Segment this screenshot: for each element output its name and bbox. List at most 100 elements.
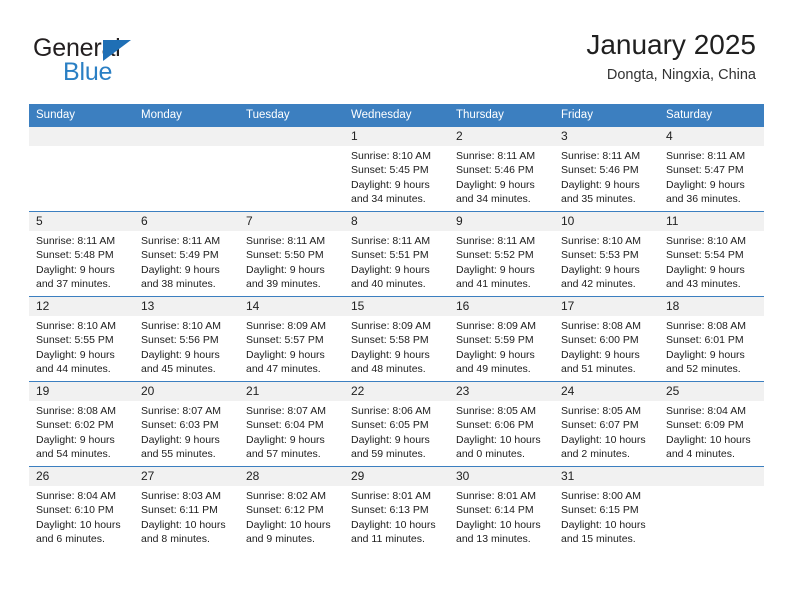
day-number: 25 xyxy=(659,382,764,401)
calendar-day-cell[interactable]: 21 Sunrise: 8:07 AM Sunset: 6:04 PM Dayligh… xyxy=(239,381,344,467)
day-number: 2 xyxy=(449,127,554,146)
day-number: 14 xyxy=(239,297,344,316)
daylight-text-line2: and 8 minutes. xyxy=(141,533,210,546)
day-details: Sunrise: 8:09 AM Sunset: 5:58 PM Daylight:… xyxy=(344,316,449,377)
day-details: Sunrise: 8:05 AM Sunset: 6:06 PM Daylight:… xyxy=(449,401,554,462)
calendar-day-cell[interactable]: 7 Sunrise: 8:11 AM Sunset: 5:50 PM Daylight… xyxy=(239,211,344,297)
calendar-day-cell[interactable]: 31 Sunrise: 8:00 AM Sunset: 6:15 PM Dayligh… xyxy=(554,466,659,551)
calendar-day-cell[interactable]: 16 Sunrise: 8:09 AM Sunset: 5:59 PM Dayligh… xyxy=(449,296,554,382)
daylight-text-line1: Daylight: 9 hours xyxy=(351,263,430,276)
calendar-week-row: 5 Sunrise: 8:11 AM Sunset: 5:48 PM Daylight… xyxy=(29,211,764,297)
day-details: Sunrise: 8:08 AM Sunset: 6:01 PM Daylight:… xyxy=(659,316,764,377)
day-details: Sunrise: 8:10 AM Sunset: 5:54 PM Daylight:… xyxy=(659,231,764,292)
daylight-text-line1: Daylight: 9 hours xyxy=(666,348,745,361)
daylight-text-line1: Daylight: 9 hours xyxy=(246,263,325,276)
calendar-day-cell[interactable]: 5 Sunrise: 8:11 AM Sunset: 5:48 PM Daylight… xyxy=(29,211,134,297)
calendar-day-cell[interactable]: 9 Sunrise: 8:11 AM Sunset: 5:52 PM Daylight… xyxy=(449,211,554,297)
calendar-day-cell[interactable]: 29 Sunrise: 8:01 AM Sunset: 6:13 PM Dayligh… xyxy=(344,466,449,551)
calendar-day-cell[interactable]: 4 Sunrise: 8:11 AM Sunset: 5:47 PM Daylight… xyxy=(659,127,764,212)
calendar-day-cell[interactable]: 13 Sunrise: 8:10 AM Sunset: 5:56 PM Dayligh… xyxy=(134,296,239,382)
daylight-text-line1: Daylight: 10 hours xyxy=(456,518,541,531)
day-number: 5 xyxy=(29,212,134,231)
calendar-day-cell[interactable]: 8 Sunrise: 8:11 AM Sunset: 5:51 PM Daylight… xyxy=(344,211,449,297)
calendar-day-cell[interactable]: 1 Sunrise: 8:10 AM Sunset: 5:45 PM Daylight… xyxy=(344,127,449,212)
sunrise-text: Sunrise: 8:05 AM xyxy=(561,405,641,417)
calendar-day-cell[interactable]: 22 Sunrise: 8:06 AM Sunset: 6:05 PM Dayligh… xyxy=(344,381,449,467)
daylight-text-line1: Daylight: 9 hours xyxy=(456,178,535,191)
calendar-day-cell[interactable]: 25 Sunrise: 8:04 AM Sunset: 6:09 PM Dayligh… xyxy=(659,381,764,467)
calendar-day-cell[interactable]: 2 Sunrise: 8:11 AM Sunset: 5:46 PM Daylight… xyxy=(449,127,554,212)
calendar-day-cell[interactable]: 24 Sunrise: 8:05 AM Sunset: 6:07 PM Dayligh… xyxy=(554,381,659,467)
day-number: 21 xyxy=(239,382,344,401)
day-details: Sunrise: 8:01 AM Sunset: 6:13 PM Daylight:… xyxy=(344,486,449,547)
daylight-text-line2: and 47 minutes. xyxy=(246,363,321,376)
sunrise-text: Sunrise: 8:11 AM xyxy=(351,235,431,247)
calendar-day-cell-empty xyxy=(29,127,134,212)
day-number: 7 xyxy=(239,212,344,231)
sunset-text: Sunset: 6:03 PM xyxy=(141,419,219,432)
calendar-day-cell[interactable]: 18 Sunrise: 8:08 AM Sunset: 6:01 PM Dayligh… xyxy=(659,296,764,382)
sunset-text: Sunset: 5:59 PM xyxy=(456,334,534,347)
daylight-text-line2: and 54 minutes. xyxy=(36,448,111,461)
sunset-text: Sunset: 6:00 PM xyxy=(561,334,639,347)
daylight-text-line2: and 49 minutes. xyxy=(456,363,531,376)
sunset-text: Sunset: 5:58 PM xyxy=(351,334,429,347)
calendar-day-cell[interactable]: 11 Sunrise: 8:10 AM Sunset: 5:54 PM Dayligh… xyxy=(659,211,764,297)
calendar-table: Sunday Monday Tuesday Wednesday Thursday… xyxy=(29,104,764,551)
sunrise-text: Sunrise: 8:04 AM xyxy=(666,405,746,417)
daylight-text-line1: Daylight: 9 hours xyxy=(141,433,220,446)
calendar-day-cell[interactable]: 15 Sunrise: 8:09 AM Sunset: 5:58 PM Dayligh… xyxy=(344,296,449,382)
daylight-text-line1: Daylight: 9 hours xyxy=(351,433,430,446)
calendar-day-cell[interactable]: 30 Sunrise: 8:01 AM Sunset: 6:14 PM Dayligh… xyxy=(449,466,554,551)
daylight-text-line1: Daylight: 9 hours xyxy=(36,433,115,446)
calendar-day-cell[interactable]: 23 Sunrise: 8:05 AM Sunset: 6:06 PM Dayligh… xyxy=(449,381,554,467)
daylight-text-line1: Daylight: 10 hours xyxy=(456,433,541,446)
daylight-text-line2: and 48 minutes. xyxy=(351,363,426,376)
sunrise-text: Sunrise: 8:09 AM xyxy=(246,320,326,332)
sunrise-text: Sunrise: 8:03 AM xyxy=(141,490,221,502)
day-number: 28 xyxy=(239,467,344,486)
sunrise-text: Sunrise: 8:11 AM xyxy=(456,150,536,162)
calendar-day-cell[interactable]: 20 Sunrise: 8:07 AM Sunset: 6:03 PM Dayligh… xyxy=(134,381,239,467)
weekday-header-sunday: Sunday xyxy=(29,104,134,127)
day-number: 16 xyxy=(449,297,554,316)
daylight-text-line2: and 37 minutes. xyxy=(36,278,111,291)
weekday-header-wednesday: Wednesday xyxy=(344,104,449,127)
calendar-day-cell[interactable]: 3 Sunrise: 8:11 AM Sunset: 5:46 PM Daylight… xyxy=(554,127,659,212)
calendar-header-row-group: Sunday Monday Tuesday Wednesday Thursday… xyxy=(29,104,764,127)
calendar-week-row: 26 Sunrise: 8:04 AM Sunset: 6:10 PM Dayligh… xyxy=(29,466,764,551)
calendar-day-cell[interactable]: 17 Sunrise: 8:08 AM Sunset: 6:00 PM Dayligh… xyxy=(554,296,659,382)
sunset-text: Sunset: 6:06 PM xyxy=(456,419,534,432)
day-number: 19 xyxy=(29,382,134,401)
daylight-text-line1: Daylight: 9 hours xyxy=(561,348,640,361)
calendar-day-cell[interactable]: 10 Sunrise: 8:10 AM Sunset: 5:53 PM Dayligh… xyxy=(554,211,659,297)
day-number: 17 xyxy=(554,297,659,316)
title-block: January 2025 Dongta, Ningxia, China xyxy=(586,28,756,84)
sunrise-text: Sunrise: 8:11 AM xyxy=(561,150,641,162)
daylight-text-line2: and 34 minutes. xyxy=(456,193,531,206)
sunset-text: Sunset: 6:11 PM xyxy=(141,504,218,517)
daylight-text-line1: Daylight: 9 hours xyxy=(141,348,220,361)
day-details: Sunrise: 8:11 AM Sunset: 5:46 PM Daylight:… xyxy=(449,146,554,207)
daylight-text-line1: Daylight: 9 hours xyxy=(36,263,115,276)
day-details: Sunrise: 8:04 AM Sunset: 6:09 PM Daylight:… xyxy=(659,401,764,462)
day-details: Sunrise: 8:02 AM Sunset: 6:12 PM Daylight:… xyxy=(239,486,344,547)
calendar-day-cell[interactable]: 19 Sunrise: 8:08 AM Sunset: 6:02 PM Dayligh… xyxy=(29,381,134,467)
calendar-day-cell[interactable]: 26 Sunrise: 8:04 AM Sunset: 6:10 PM Dayligh… xyxy=(29,466,134,551)
daylight-text-line2: and 0 minutes. xyxy=(456,448,525,461)
sunset-text: Sunset: 5:54 PM xyxy=(666,249,744,262)
daylight-text-line2: and 52 minutes. xyxy=(666,363,741,376)
calendar-day-cell[interactable]: 6 Sunrise: 8:11 AM Sunset: 5:49 PM Daylight… xyxy=(134,211,239,297)
calendar-day-cell[interactable]: 28 Sunrise: 8:02 AM Sunset: 6:12 PM Dayligh… xyxy=(239,466,344,551)
day-number: 8 xyxy=(344,212,449,231)
calendar-day-cell[interactable]: 14 Sunrise: 8:09 AM Sunset: 5:57 PM Dayligh… xyxy=(239,296,344,382)
daylight-text-line1: Daylight: 9 hours xyxy=(36,348,115,361)
calendar-day-cell[interactable]: 12 Sunrise: 8:10 AM Sunset: 5:55 PM Dayligh… xyxy=(29,296,134,382)
calendar-day-cell[interactable]: 27 Sunrise: 8:03 AM Sunset: 6:11 PM Dayligh… xyxy=(134,466,239,551)
day-details: Sunrise: 8:10 AM Sunset: 5:53 PM Daylight:… xyxy=(554,231,659,292)
sunset-text: Sunset: 6:04 PM xyxy=(246,419,324,432)
day-details: Sunrise: 8:01 AM Sunset: 6:14 PM Daylight:… xyxy=(449,486,554,547)
daylight-text-line1: Daylight: 10 hours xyxy=(666,433,751,446)
daylight-text-line1: Daylight: 9 hours xyxy=(456,263,535,276)
calendar-day-cell-empty xyxy=(134,127,239,212)
